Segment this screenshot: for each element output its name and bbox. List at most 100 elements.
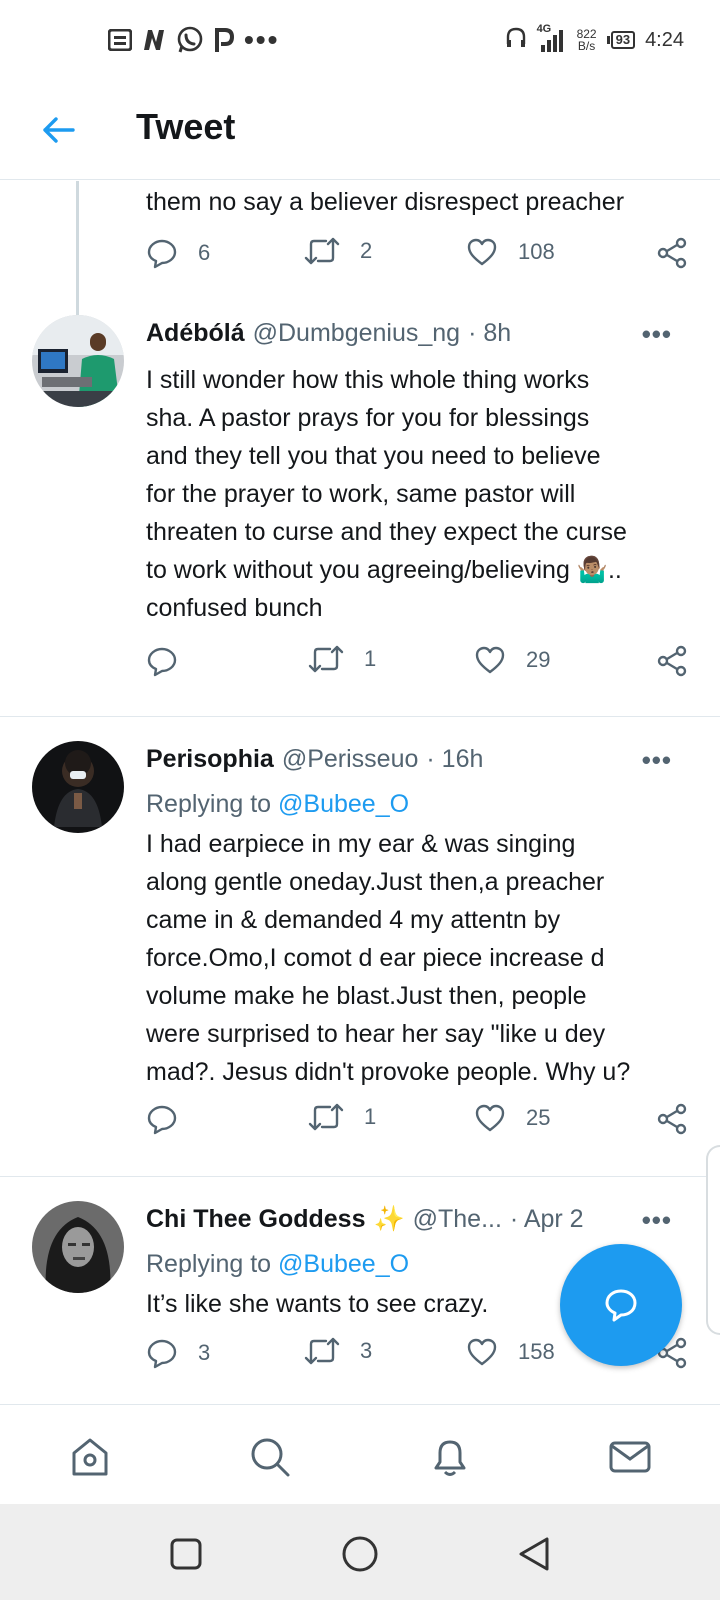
more-options-button[interactable]: ••• [642, 745, 672, 776]
username[interactable]: @Dumbgenius_ng [253, 319, 460, 348]
speed-unit: B/s [577, 39, 596, 53]
compose-reply-button[interactable] [560, 1244, 682, 1366]
mention-link[interactable]: @Bubee_O [278, 1250, 409, 1278]
like-count: 25 [526, 1105, 551, 1130]
retweet-count: 2 [360, 238, 373, 263]
network-speed: 822 B/s [577, 28, 597, 52]
display-name[interactable]: Chi Thee Goddess [146, 1205, 365, 1234]
notes-icon [108, 25, 132, 55]
tweet-line: confused bunch [146, 594, 323, 622]
tweet-item[interactable]: Perisophia @Perisseuo · 16h ••• Replying… [0, 716, 720, 1172]
retweet-icon [308, 645, 344, 673]
more-options-button[interactable]: ••• [642, 1205, 672, 1236]
tweet-actions: 1 25 [146, 1103, 688, 1143]
tweet-header: Chi Thee Goddess ✨ @The... · Apr 2 [146, 1205, 584, 1234]
status-more-dots: ••• [244, 24, 280, 55]
display-name[interactable]: Perisophia [146, 745, 274, 774]
tab-search[interactable] [246, 1433, 294, 1481]
tweet-line: to work without you agreeing/believing 🤷… [146, 556, 622, 584]
timestamp: · Apr 2 [509, 1205, 584, 1233]
messages-icon [609, 1441, 651, 1473]
tweet-line: came in & demanded 4 my attentn by [146, 906, 561, 934]
tweet-header: Perisophia @Perisseuo · 16h [146, 745, 483, 774]
like-button[interactable]: 108 [466, 237, 555, 267]
reply-button[interactable] [146, 1103, 198, 1135]
tweet-line: mad?. Jesus didn't provoke people. Why u… [146, 1058, 631, 1086]
heart-icon [467, 1338, 497, 1366]
tweet-actions: 1 29 [146, 645, 688, 685]
reply-button[interactable] [146, 645, 198, 677]
tweet-line: threaten to curse and they expect the cu… [146, 518, 627, 546]
n-app-icon [142, 25, 166, 55]
retweet-button[interactable]: 3 [304, 1337, 372, 1365]
tweet-line: along gentle oneday.Just then,a preacher [146, 868, 605, 896]
reply-count: 3 [198, 1340, 211, 1365]
replying-prefix: Replying to [146, 1250, 272, 1278]
tab-messages[interactable] [606, 1433, 654, 1481]
avatar[interactable] [32, 1201, 124, 1293]
retweet-button[interactable]: 1 [308, 1103, 376, 1131]
retweet-count: 3 [360, 1338, 373, 1363]
reply-button[interactable]: 3 [146, 1337, 210, 1369]
headphones-icon [505, 26, 527, 54]
compose-reply-icon [605, 1289, 637, 1322]
tweet-line: I still wonder how this whole thing work… [146, 366, 590, 394]
tweet-line: volume make he blast.Just then, people [146, 982, 587, 1010]
tab-home[interactable] [66, 1433, 114, 1481]
recents-icon [170, 1538, 202, 1570]
status-right: 4G 822 B/s 93 4:24 [505, 23, 684, 54]
app-header: Tweet [0, 80, 720, 180]
whatsapp-icon [176, 25, 204, 55]
notifications-icon [434, 1440, 466, 1476]
status-bar: ••• 4G 822 B/s 93 4:24 [0, 0, 720, 80]
like-button[interactable]: 29 [474, 645, 550, 675]
more-options-button[interactable]: ••• [642, 319, 672, 350]
tweet-line: force.Omo,I comot d ear piece increase d [146, 944, 605, 972]
username[interactable]: @Perisseuo [282, 745, 419, 774]
tweet-line: for the prayer to work, same pastor will [146, 480, 576, 508]
share-icon [657, 237, 687, 269]
home-system-button[interactable] [340, 1534, 380, 1574]
recents-button[interactable] [166, 1534, 206, 1574]
retweet-button[interactable]: 1 [308, 645, 376, 673]
tweet-text: I still wonder how this whole thing work… [146, 361, 686, 627]
display-name[interactable]: Adébólá [146, 319, 245, 348]
like-button[interactable]: 158 [466, 1337, 555, 1367]
reply-button[interactable]: 6 [146, 237, 210, 269]
reply-icon [147, 1339, 177, 1369]
avatar[interactable] [32, 315, 124, 407]
battery-icon: 93 [606, 31, 636, 49]
share-button[interactable] [656, 1103, 688, 1135]
page-title: Tweet [136, 106, 236, 147]
tweet-body: Replying to @Bubee_O I had earpiece in m… [146, 785, 686, 1091]
reply-count: 6 [198, 240, 211, 265]
tweet-item[interactable]: Adébólá @Dumbgenius_ng · 8h ••• I still … [0, 315, 720, 709]
share-button[interactable] [656, 645, 688, 677]
like-button[interactable]: 25 [474, 1103, 550, 1133]
retweet-icon [304, 1337, 340, 1365]
tweet-line: I had earpiece in my ear & was singing [146, 830, 576, 858]
back-system-button[interactable] [514, 1534, 554, 1574]
timestamp: · 16h [426, 745, 484, 773]
tweet-thread[interactable]: them no say a believer disrespect preach… [0, 181, 720, 1404]
edge-panel-handle[interactable] [706, 1145, 720, 1335]
retweet-count: 1 [364, 1104, 377, 1129]
mention-link[interactable]: @Bubee_O [278, 790, 409, 818]
reply-icon [147, 647, 177, 677]
heart-icon [475, 1104, 505, 1132]
tweet-line: sha. A pastor prays for you for blessing… [146, 404, 590, 432]
heart-icon [475, 646, 505, 674]
replying-prefix: Replying to [146, 790, 272, 818]
retweet-button[interactable]: 2 [304, 237, 372, 265]
like-count: 108 [518, 239, 555, 264]
back-button[interactable] [36, 108, 80, 152]
share-button[interactable] [656, 237, 688, 269]
tweet-line: and they tell you that you need to belie… [146, 442, 601, 470]
retweet-count: 1 [364, 646, 377, 671]
previous-tweet-text: them no say a believer disrespect preach… [146, 188, 625, 216]
sparkles-emoji: ✨ [373, 1205, 405, 1233]
username[interactable]: @The... [413, 1205, 502, 1234]
retweet-icon [308, 1103, 344, 1131]
avatar[interactable] [32, 741, 124, 833]
tab-notifications[interactable] [426, 1433, 474, 1481]
